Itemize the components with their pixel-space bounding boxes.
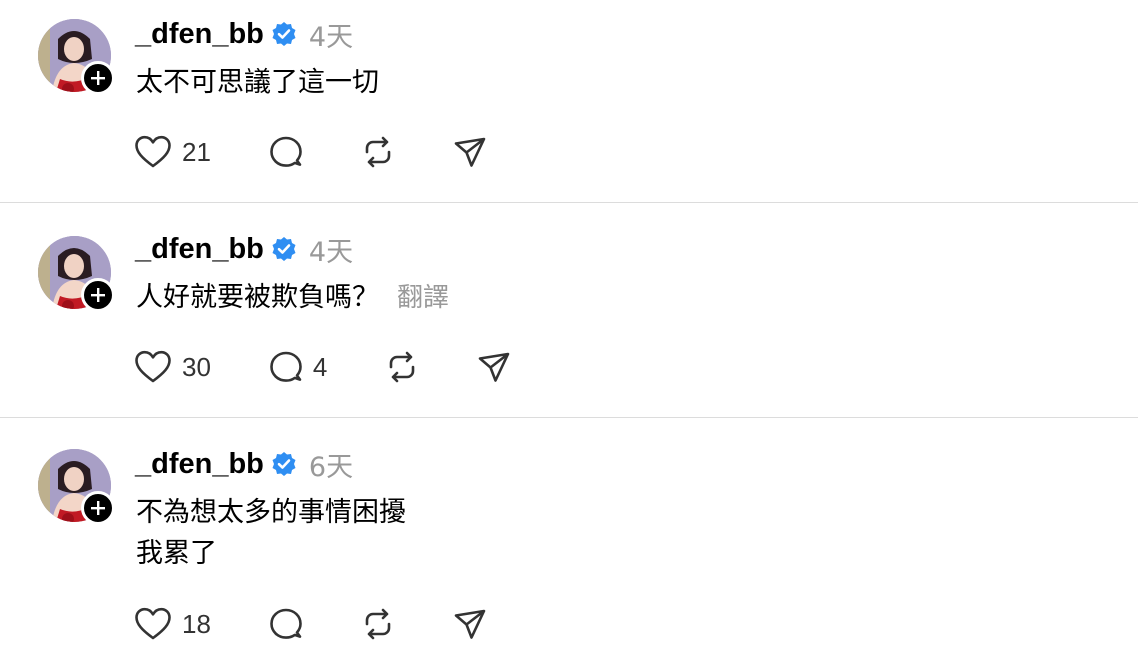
like-count: 30 [182,351,211,382]
repost-icon [390,351,415,383]
post: _dfen_bb 4天 人好就要被欺負嗎？ 翻譯 30 4 [0,203,1138,417]
post-text-content: 人好就要被欺負嗎？ [136,282,379,313]
action-bar: 30 4 [134,347,569,387]
send-icon [454,137,486,167]
like-button[interactable]: 30 [134,347,211,387]
like-count: 18 [182,608,211,639]
comment-bubble-icon [270,351,302,382]
timestamp: 6天 [308,451,354,483]
follow-button[interactable] [81,278,115,312]
plus-icon [91,501,105,515]
heart-icon [135,135,171,168]
like-count: 21 [182,136,211,167]
post-text-line: 不為想太多的事情困擾 [136,497,406,528]
comment-bubble-icon [270,136,302,167]
post-text: 人好就要被欺負嗎？ 翻譯 [136,277,449,319]
reply-button[interactable]: 4 [269,347,327,387]
repost-button[interactable] [361,132,395,172]
heart-icon [135,607,171,640]
username[interactable]: _dfen_bb [135,448,264,481]
plus-icon [91,288,105,302]
avatar-container[interactable] [38,449,118,529]
post-header: _dfen_bb 6天 [135,444,353,484]
repost-icon [365,608,391,640]
post-header: _dfen_bb 4天 [135,14,353,54]
username[interactable]: _dfen_bb [135,18,264,51]
reply-button[interactable] [269,132,303,172]
send-icon [454,609,486,639]
post-text: 不為想太多的事情困擾 我累了 [136,492,406,574]
follow-button[interactable] [81,491,115,525]
verified-badge-icon [271,236,297,262]
avatar-container[interactable] [38,19,118,99]
verified-badge-icon [271,21,297,47]
post-text: 太不可思議了這一切 [136,62,379,103]
send-icon [479,352,510,382]
avatar-container[interactable] [38,236,118,316]
post-header: _dfen_bb 4天 [135,229,353,269]
follow-button[interactable] [81,61,115,95]
share-button[interactable] [453,604,487,644]
action-bar: 18 [134,604,545,644]
share-button[interactable] [477,347,511,387]
repost-button[interactable] [385,347,419,387]
post-text-line: 人好就要被欺負嗎？ 翻譯 [136,277,449,319]
comment-bubble-icon [270,608,302,639]
repost-icon [365,136,391,168]
share-button[interactable] [453,132,487,172]
heart-icon [135,350,171,383]
timestamp: 4天 [308,21,354,53]
verified-badge-icon [271,451,297,477]
like-button[interactable]: 21 [134,132,211,172]
action-bar: 21 [134,132,545,172]
post-text-line: 我累了 [136,538,217,569]
repost-button[interactable] [361,604,395,644]
post: _dfen_bb 6天 不為想太多的事情困擾 我累了 18 [0,418,1138,654]
reply-button[interactable] [269,604,303,644]
username[interactable]: _dfen_bb [135,233,264,266]
translate-link[interactable]: 翻譯 [397,283,449,313]
post: _dfen_bb 4天 太不可思議了這一切 21 [0,0,1138,202]
reply-count: 4 [312,351,328,382]
plus-icon [91,71,105,85]
post-text-line: 太不可思議了這一切 [136,67,379,98]
like-button[interactable]: 18 [134,604,211,644]
timestamp: 4天 [308,236,354,268]
